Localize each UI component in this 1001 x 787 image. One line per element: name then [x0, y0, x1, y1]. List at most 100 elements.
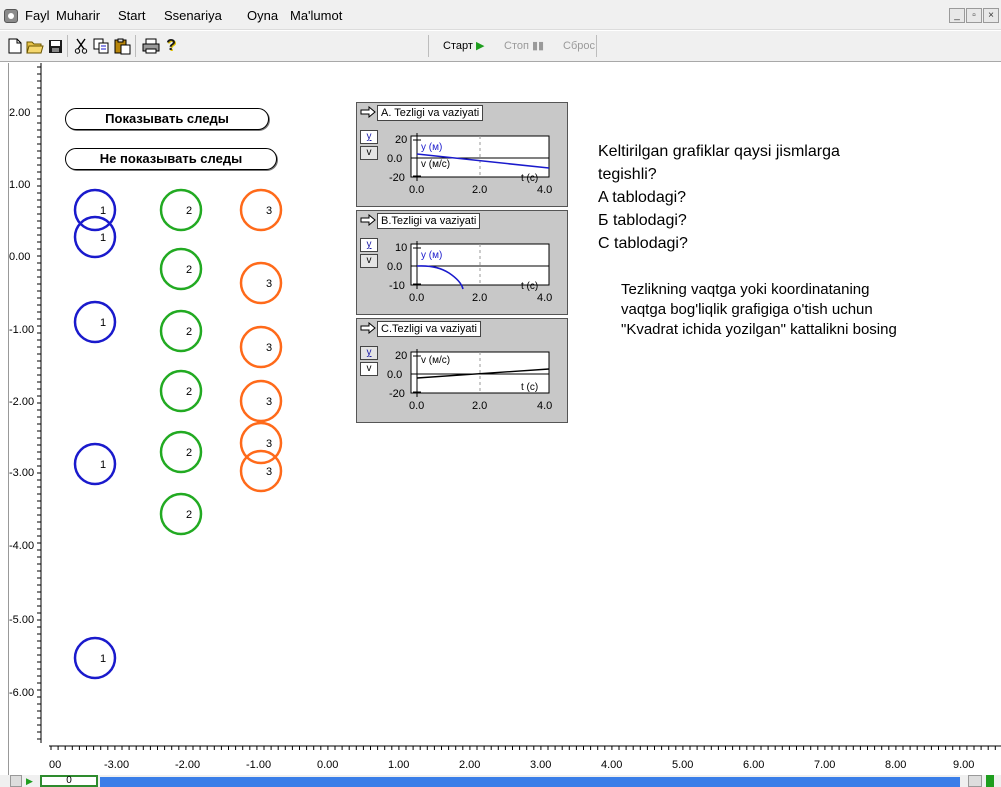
ball-3[interactable]: 3 [239, 449, 283, 493]
panel-c-xtick-0: 0.0 [409, 400, 424, 412]
y-ruler-label: -2.00 [9, 396, 35, 408]
ball-label: 3 [266, 396, 272, 408]
reset-button[interactable]: Сброс [563, 39, 595, 53]
ball-3[interactable]: 3 [239, 325, 283, 369]
restore-icon[interactable]: ▫ [966, 8, 982, 23]
panel-b-ytick-0: 10 [395, 242, 407, 254]
stop-button[interactable]: Стоп ▮▮ [504, 39, 544, 53]
ball-label: 1 [100, 459, 106, 471]
open-folder-icon[interactable] [26, 36, 44, 56]
question-text: Keltirilgan grafiklar qaysi jismlarga te… [598, 140, 840, 255]
panel-c-graph: 20 0.0 -20 0.0 2.0 4.0 v (м/с) t (c) [387, 349, 552, 412]
panel-c-series-v-label: v (м/с) [421, 355, 450, 366]
app-icon[interactable] [4, 9, 18, 23]
question-line-3: A tablodagi? [598, 189, 687, 206]
ball-1[interactable]: 1 [73, 442, 117, 486]
ball-label: 3 [266, 466, 272, 478]
ball-2[interactable]: 2 [159, 430, 203, 474]
ball-label: 2 [186, 447, 192, 459]
stop-label: Стоп [504, 40, 529, 52]
x-ruler-label: -3.00 [104, 759, 130, 771]
minimize-icon[interactable]: _ [949, 8, 965, 23]
help-icon[interactable]: ? [163, 36, 179, 56]
x-ruler-label: 3.00 [530, 759, 552, 771]
horizontal-ruler: 00 -3.00 -2.00 -1.00 0.00 1.00 2.00 3.00 4.00 5.0… [49, 743, 1001, 775]
panel-b-xtick-2: 4.0 [537, 292, 552, 304]
panel-a-xtick-0: 0.0 [409, 184, 424, 196]
save-icon[interactable] [46, 36, 64, 56]
ball-3[interactable]: 3 [239, 379, 283, 423]
ball-3[interactable]: 3 [239, 261, 283, 305]
ball-label: 3 [266, 342, 272, 354]
ball-2[interactable]: 2 [159, 492, 203, 536]
simulation-canvas[interactable]: 2.00 1.00 0.00 -1.00 -2.00 -3.00 -4.00 -5.00 -6.… [8, 63, 1001, 775]
copy-icon[interactable] [92, 36, 110, 56]
ball-2[interactable]: 2 [159, 309, 203, 353]
question-line-2: tegishli? [598, 166, 657, 183]
menu-oyna[interactable]: Oyna [247, 8, 278, 24]
scroll-left-icon[interactable] [10, 775, 22, 787]
reset-label: Сброс [563, 40, 595, 52]
ball-1[interactable]: 1 [73, 636, 117, 680]
ball-label: 2 [186, 509, 192, 521]
show-traces-button[interactable]: Показывать следы [65, 108, 269, 130]
menu-start[interactable]: Start [118, 8, 145, 24]
x-ruler-label: 6.00 [743, 759, 765, 771]
ball-1[interactable]: 1 [73, 300, 117, 344]
pause-icon: ▮▮ [532, 40, 545, 52]
x-ruler-label: 5.00 [672, 759, 694, 771]
start-button[interactable]: Старт ▶ [443, 39, 484, 53]
y-ruler-label: -3.00 [9, 467, 35, 479]
ball-label: 2 [186, 264, 192, 276]
panel-a-ytick-2: -20 [389, 172, 405, 184]
close-icon[interactable]: × [983, 8, 999, 23]
ball-2[interactable]: 2 [159, 247, 203, 291]
panel-b-xtick-0: 0.0 [409, 292, 424, 304]
ball-label: 1 [100, 653, 106, 665]
hide-traces-button[interactable]: Не показывать следы [65, 148, 277, 170]
toolbar-separator [67, 35, 68, 57]
y-ruler-label: -6.00 [9, 687, 35, 699]
panel-b-x-label: t (c) [521, 281, 538, 292]
timeline-bar: ▶ 0 [0, 775, 1001, 787]
menu-malumot[interactable]: Ma'lumot [290, 8, 342, 24]
ball-label: 1 [100, 317, 106, 329]
new-file-icon[interactable] [6, 36, 24, 56]
paste-icon[interactable] [112, 36, 132, 56]
graph-panel-b: B.Tezligi va vaziyati y v 10 0.0 -10 0.0… [356, 210, 568, 315]
menu-ssenariya[interactable]: Ssenariya [164, 8, 222, 24]
ball-label: 2 [186, 326, 192, 338]
panel-b-xtick-1: 2.0 [472, 292, 487, 304]
y-ruler-label: -1.00 [9, 324, 35, 336]
y-ruler-label: -5.00 [9, 614, 35, 626]
timeline-progress[interactable] [100, 777, 960, 787]
y-ruler-label: -4.00 [9, 540, 35, 552]
menu-muharir[interactable]: Muharir [56, 8, 100, 24]
ball-3[interactable]: 3 [239, 188, 283, 232]
y-ruler-label: 1.00 [9, 179, 31, 191]
x-ruler-label: 00 [49, 759, 62, 771]
x-ruler-label: 8.00 [885, 759, 907, 771]
ball-label: 1 [100, 232, 106, 244]
panel-c-xtick-1: 2.0 [472, 400, 487, 412]
panel-b-series-y-label: y (м) [421, 250, 442, 261]
panel-a-series-v-label: v (м/с) [421, 159, 450, 170]
panel-b-ytick-1: 0.0 [387, 261, 402, 273]
panel-b-ytick-2: -10 [389, 280, 405, 292]
menu-fayl[interactable]: Fayl [25, 8, 50, 24]
frame-counter[interactable]: 0 [40, 775, 98, 787]
ball-2[interactable]: 2 [159, 369, 203, 413]
scroll-right-icon[interactable] [968, 775, 982, 787]
graph-panel-a: A. Tezligi va vaziyati y v 20 0.0 -20 0.… [356, 102, 568, 207]
panel-a-graph: 20 0.0 -20 0.0 2.0 4.0 y (м) v (м/с) t (… [387, 133, 552, 196]
print-icon[interactable] [140, 36, 162, 56]
cut-icon[interactable] [72, 36, 90, 56]
x-ruler-label: 2.00 [459, 759, 481, 771]
ball-1[interactable]: 1 [73, 215, 117, 259]
instruction-line-2: vaqtga bog'liqlik grafigiga o'tish uchun [621, 301, 873, 318]
vertical-ruler: 2.00 1.00 0.00 -1.00 -2.00 -3.00 -4.00 -5.00 -6.… [9, 63, 53, 743]
play-marker-icon: ▶ [26, 776, 33, 786]
ball-2[interactable]: 2 [159, 188, 203, 232]
x-ruler-label: 7.00 [814, 759, 836, 771]
x-ruler-label: 0.00 [317, 759, 339, 771]
